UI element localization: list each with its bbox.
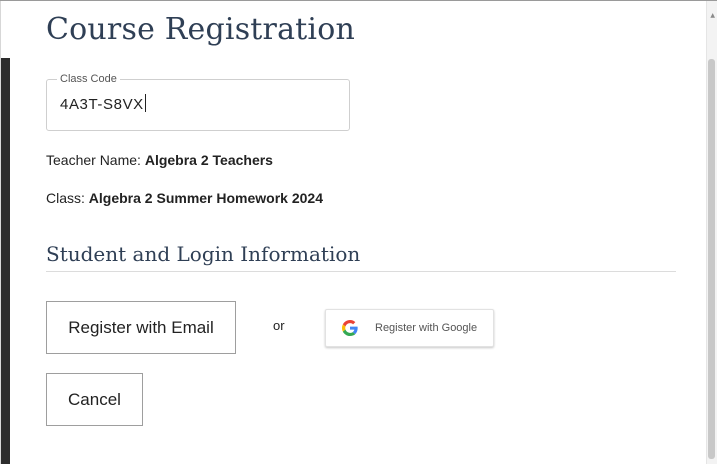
register-with-email-button[interactable]: Register with Email bbox=[46, 301, 236, 354]
text-caret bbox=[144, 94, 146, 112]
or-separator: or bbox=[273, 318, 285, 333]
class-code-label: Class Code bbox=[57, 72, 120, 86]
scroll-up-arrow-icon[interactable]: ▲ bbox=[710, 13, 715, 19]
registration-dialog: ▲ Course Registration Class Code 4A3T-S8… bbox=[0, 0, 717, 464]
vertical-scrollbar[interactable]: ▲ bbox=[706, 1, 717, 464]
register-with-google-label: Register with Google bbox=[375, 322, 478, 334]
class-code-value: 4A3T-S8VX bbox=[60, 96, 144, 113]
register-with-google-button[interactable]: Register with Google bbox=[325, 309, 494, 347]
class-code-field[interactable]: Class Code 4A3T-S8VX bbox=[46, 72, 350, 131]
class-name-label: Class: bbox=[46, 190, 85, 206]
page-title: Course Registration bbox=[46, 12, 356, 47]
class-name-row: Class: Algebra 2 Summer Homework 2024 bbox=[46, 189, 323, 207]
background-overlay-strip bbox=[1, 58, 10, 464]
scrollbar-thumb[interactable] bbox=[708, 59, 715, 459]
section-title-student-login: Student and Login Information bbox=[46, 242, 361, 266]
class-code-input[interactable]: 4A3T-S8VX bbox=[60, 94, 146, 115]
cancel-button[interactable]: Cancel bbox=[46, 373, 143, 426]
teacher-name-label: Teacher Name: bbox=[46, 152, 141, 168]
teacher-name-value: Algebra 2 Teachers bbox=[144, 152, 273, 168]
section-divider bbox=[46, 271, 676, 272]
window-top-border bbox=[0, 0, 717, 1]
google-g-icon bbox=[342, 320, 358, 336]
teacher-name-row: Teacher Name: Algebra 2 Teachers bbox=[46, 151, 273, 169]
class-name-value: Algebra 2 Summer Homework 2024 bbox=[88, 190, 324, 206]
